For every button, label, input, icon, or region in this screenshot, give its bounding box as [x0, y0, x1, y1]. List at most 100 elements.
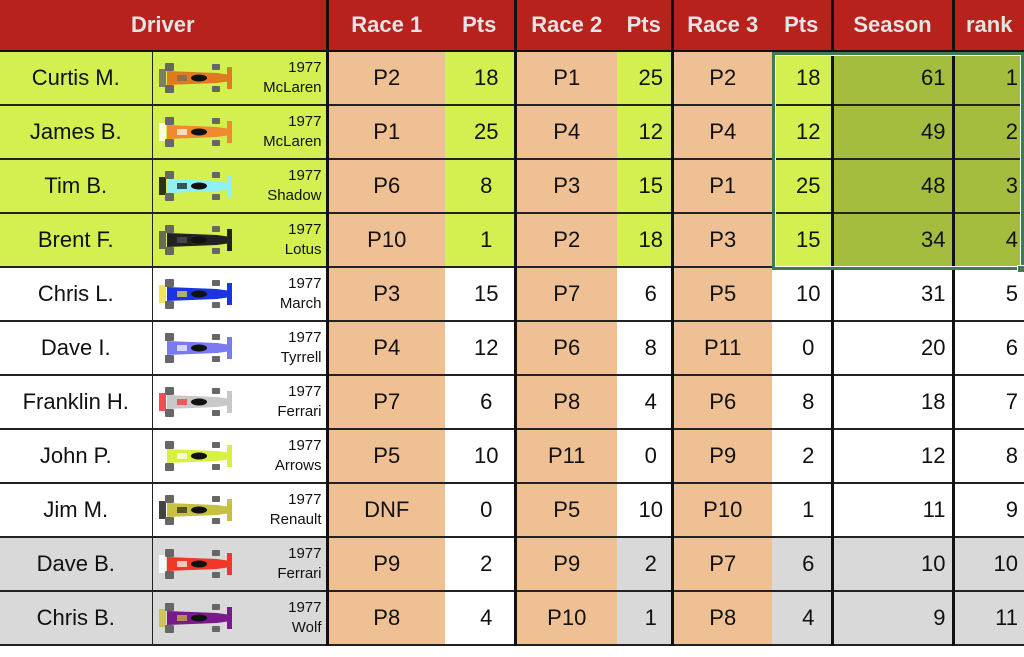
race2-position-cell[interactable]: P10 [515, 591, 617, 646]
race2-position-cell[interactable]: P11 [515, 429, 617, 484]
race2-points-cell[interactable]: 4 [617, 375, 674, 430]
race1-points-cell[interactable]: 12 [445, 321, 517, 376]
car-cell[interactable]: 1977 McLaren [152, 105, 329, 160]
race3-position-cell[interactable]: P6 [672, 375, 772, 430]
driver-name-cell[interactable]: Chris L. [0, 267, 153, 322]
driver-name-cell[interactable]: Dave I. [0, 321, 153, 376]
race1-points-cell[interactable]: 6 [445, 375, 517, 430]
race2-position-cell[interactable]: P9 [515, 537, 617, 592]
race2-position-cell[interactable]: P7 [515, 267, 617, 322]
car-cell[interactable]: 1977 Tyrrell [152, 321, 329, 376]
race1-position-cell[interactable]: P7 [327, 375, 445, 430]
race3-points-cell[interactable]: 2 [772, 429, 834, 484]
car-cell[interactable]: 1977 Ferrari [152, 537, 329, 592]
fill-handle[interactable] [1017, 265, 1024, 273]
race3-points-cell[interactable]: 0 [772, 321, 834, 376]
race3-position-cell[interactable]: P2 [672, 51, 772, 106]
rank-cell[interactable]: 10 [953, 537, 1024, 592]
race3-points-cell[interactable]: 12 [772, 105, 834, 160]
race2-points-cell[interactable]: 25 [617, 51, 674, 106]
header-race2[interactable]: Race 2 [515, 0, 617, 52]
header-race3[interactable]: Race 3 [672, 0, 772, 52]
rank-cell[interactable]: 6 [953, 321, 1024, 376]
car-cell[interactable]: 1977 Ferrari [152, 375, 329, 430]
driver-name-cell[interactable]: Tim B. [0, 159, 153, 214]
season-total-cell[interactable]: 34 [832, 213, 955, 268]
race2-position-cell[interactable]: P1 [515, 51, 617, 106]
race1-points-cell[interactable]: 2 [445, 537, 517, 592]
race1-points-cell[interactable]: 1 [445, 213, 517, 268]
rank-cell[interactable]: 11 [953, 591, 1024, 646]
race2-points-cell[interactable]: 2 [617, 537, 674, 592]
race3-position-cell[interactable]: P7 [672, 537, 772, 592]
race3-points-cell[interactable]: 1 [772, 483, 834, 538]
race3-points-cell[interactable]: 10 [772, 267, 834, 322]
season-total-cell[interactable]: 9 [832, 591, 955, 646]
rank-cell[interactable]: 4 [953, 213, 1024, 268]
header-pts2[interactable]: Pts [617, 0, 674, 52]
header-race1[interactable]: Race 1 [327, 0, 445, 52]
race1-position-cell[interactable]: DNF [327, 483, 445, 538]
race1-points-cell[interactable]: 25 [445, 105, 517, 160]
race3-position-cell[interactable]: P4 [672, 105, 772, 160]
race3-points-cell[interactable]: 8 [772, 375, 834, 430]
race1-position-cell[interactable]: P4 [327, 321, 445, 376]
race3-position-cell[interactable]: P10 [672, 483, 772, 538]
car-cell[interactable]: 1977 Wolf [152, 591, 329, 646]
header-rank[interactable]: rank [953, 0, 1024, 52]
race1-points-cell[interactable]: 8 [445, 159, 517, 214]
car-cell[interactable]: 1977 Shadow [152, 159, 329, 214]
rank-cell[interactable]: 8 [953, 429, 1024, 484]
race2-points-cell[interactable]: 1 [617, 591, 674, 646]
driver-name-cell[interactable]: Franklin H. [0, 375, 153, 430]
season-total-cell[interactable]: 18 [832, 375, 955, 430]
race3-position-cell[interactable]: P9 [672, 429, 772, 484]
season-total-cell[interactable]: 11 [832, 483, 955, 538]
driver-name-cell[interactable]: Curtis M. [0, 51, 153, 106]
race2-points-cell[interactable]: 0 [617, 429, 674, 484]
rank-cell[interactable]: 2 [953, 105, 1024, 160]
rank-cell[interactable]: 9 [953, 483, 1024, 538]
race1-position-cell[interactable]: P6 [327, 159, 445, 214]
race1-position-cell[interactable]: P10 [327, 213, 445, 268]
rank-cell[interactable]: 5 [953, 267, 1024, 322]
race2-points-cell[interactable]: 18 [617, 213, 674, 268]
race1-points-cell[interactable]: 4 [445, 591, 517, 646]
race1-position-cell[interactable]: P5 [327, 429, 445, 484]
car-cell[interactable]: 1977 Lotus [152, 213, 329, 268]
race2-points-cell[interactable]: 10 [617, 483, 674, 538]
rank-cell[interactable]: 1 [953, 51, 1024, 106]
race3-position-cell[interactable]: P8 [672, 591, 772, 646]
race2-position-cell[interactable]: P4 [515, 105, 617, 160]
race2-position-cell[interactable]: P6 [515, 321, 617, 376]
race2-points-cell[interactable]: 8 [617, 321, 674, 376]
race1-points-cell[interactable]: 0 [445, 483, 517, 538]
car-cell[interactable]: 1977 McLaren [152, 51, 329, 106]
driver-name-cell[interactable]: Chris B. [0, 591, 153, 646]
car-cell[interactable]: 1977 March [152, 267, 329, 322]
race2-position-cell[interactable]: P5 [515, 483, 617, 538]
rank-cell[interactable]: 7 [953, 375, 1024, 430]
rank-cell[interactable]: 3 [953, 159, 1024, 214]
car-cell[interactable]: 1977 Renault [152, 483, 329, 538]
race1-position-cell[interactable]: P3 [327, 267, 445, 322]
race1-points-cell[interactable]: 15 [445, 267, 517, 322]
race1-position-cell[interactable]: P2 [327, 51, 445, 106]
driver-name-cell[interactable]: John P. [0, 429, 153, 484]
season-total-cell[interactable]: 10 [832, 537, 955, 592]
race1-position-cell[interactable]: P1 [327, 105, 445, 160]
header-season[interactable]: Season [832, 0, 955, 52]
race3-points-cell[interactable]: 25 [772, 159, 834, 214]
race3-points-cell[interactable]: 15 [772, 213, 834, 268]
race2-position-cell[interactable]: P8 [515, 375, 617, 430]
driver-name-cell[interactable]: Jim M. [0, 483, 153, 538]
race2-points-cell[interactable]: 6 [617, 267, 674, 322]
race2-points-cell[interactable]: 15 [617, 159, 674, 214]
header-pts3[interactable]: Pts [772, 0, 834, 52]
season-total-cell[interactable]: 12 [832, 429, 955, 484]
race3-position-cell[interactable]: P5 [672, 267, 772, 322]
race1-position-cell[interactable]: P8 [327, 591, 445, 646]
driver-name-cell[interactable]: James B. [0, 105, 153, 160]
car-cell[interactable]: 1977 Arrows [152, 429, 329, 484]
driver-name-cell[interactable]: Dave B. [0, 537, 153, 592]
